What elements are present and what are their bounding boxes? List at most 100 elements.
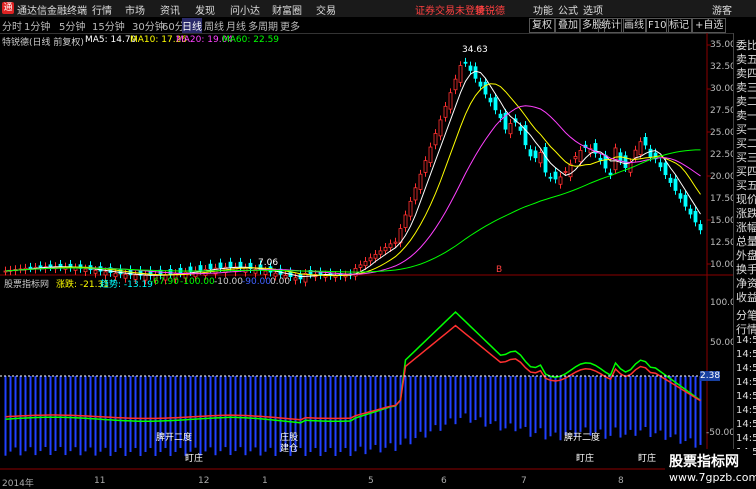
app-logo-icon: 通: [2, 2, 14, 14]
candle-body: [678, 193, 683, 199]
side-time: 14:56: [736, 349, 756, 360]
menu-news[interactable]: 资讯: [160, 2, 180, 17]
ma20-line: [5, 105, 701, 275]
candle-body: [518, 126, 523, 131]
watermark: 股票指标网 www.7gpzb.com: [665, 449, 756, 487]
high-price-label: 34.63: [462, 45, 488, 55]
signal-label: 脾开二度: [564, 433, 601, 443]
price-tick: 25.00: [710, 128, 736, 138]
period-multi[interactable]: 多周期: [248, 18, 278, 33]
signal-label: 盯庄: [638, 454, 657, 464]
candle-body: [273, 272, 278, 277]
user-label[interactable]: 游客: [712, 2, 732, 17]
candle-body: [458, 65, 463, 83]
candle-body: [688, 208, 693, 215]
period-tick[interactable]: 分时: [2, 18, 22, 33]
side-time: 14:56: [736, 335, 756, 346]
candle-body: [558, 176, 563, 185]
candle-body: [663, 162, 668, 176]
price-tick: 20.00: [710, 172, 736, 182]
candle-body: [658, 162, 663, 168]
chart-canvas[interactable]: [0, 33, 733, 487]
candle-body: [93, 269, 98, 274]
candle-body: [533, 150, 538, 159]
side-time: 14:56: [736, 433, 756, 444]
candle-body: [483, 81, 488, 95]
watermark-title: 股票指标网: [669, 454, 739, 470]
side-time: 14:56: [736, 391, 756, 402]
menu-formula[interactable]: 公式: [558, 2, 578, 17]
menu-options[interactable]: 选项: [583, 2, 603, 17]
date-tick: 1: [262, 476, 268, 486]
signal-label: 盯庄: [185, 454, 204, 464]
menu-ask[interactable]: 问小达: [230, 2, 260, 17]
candle-body: [553, 171, 558, 180]
period-1min[interactable]: 1分钟: [24, 18, 50, 33]
candle-body: [218, 262, 223, 269]
indicator-v1: -67.90: [150, 277, 180, 287]
candle-body: [468, 65, 473, 71]
price-tick: 10.00: [710, 260, 736, 270]
candle-body: [573, 155, 578, 160]
date-tick: 6: [441, 476, 447, 486]
candle-body: [673, 178, 678, 191]
period-daily[interactable]: 日线: [182, 18, 202, 33]
candle-body: [508, 123, 513, 135]
indicator-v4: -90.00: [242, 277, 272, 287]
candle-body: [433, 133, 438, 146]
candle-body: [198, 265, 203, 271]
draw-line-button[interactable]: 画线: [621, 18, 647, 33]
candle-body: [538, 152, 543, 164]
candle-body: [238, 261, 243, 268]
quote-side-panel: 委比 卖五 卖四 卖三 卖二 卖一 买一 买二 买三 买四 买五 现价 涨跌 涨…: [733, 33, 756, 487]
candle-body: [543, 147, 548, 173]
period-30min[interactable]: 30分钟: [132, 18, 165, 33]
mark-button[interactable]: 标记: [666, 18, 692, 33]
candle-body: [103, 271, 108, 276]
period-15min[interactable]: 15分钟: [92, 18, 125, 33]
candle-body: [633, 149, 638, 159]
period-weekly[interactable]: 周线: [204, 18, 224, 33]
indicator-v5: 0.00: [270, 277, 291, 287]
candle-body: [408, 200, 413, 217]
candle-body: [638, 141, 643, 155]
price-tick: 17.50: [710, 194, 736, 204]
menu-market[interactable]: 市场: [125, 2, 145, 17]
candlestick-series: [3, 57, 703, 287]
candle-body: [478, 81, 483, 87]
menu-wealth[interactable]: 财富圈: [272, 2, 302, 17]
candle-body: [643, 137, 648, 146]
candle-body: [668, 177, 673, 183]
candle-body: [548, 176, 553, 179]
menu-quotes[interactable]: 行情: [92, 2, 112, 17]
date-tick: 12: [198, 476, 210, 486]
watermark-url: www.7gpzb.com: [669, 471, 756, 484]
candle-body: [413, 187, 418, 201]
candle-body: [418, 173, 423, 190]
signal-label: 脾开二度: [156, 433, 193, 443]
candle-body: [608, 172, 613, 176]
period-toolbar: 分时 1分钟 5分钟 15分钟 30分钟 60分钟 日线 周线 月线 多周期 更…: [0, 17, 756, 34]
candle-body: [388, 243, 393, 249]
candle-body: [563, 171, 568, 173]
app-name: 通达信金融终端: [17, 6, 87, 17]
price-tick: 15.00: [710, 216, 736, 226]
overlay-button[interactable]: 叠加: [555, 18, 581, 33]
indicator-v3: -10.00: [214, 277, 244, 287]
menu-trade[interactable]: 交易: [316, 2, 336, 17]
period-monthly[interactable]: 月线: [226, 18, 246, 33]
candle-body: [38, 265, 43, 268]
ma60-line: [5, 149, 701, 273]
candle-body: [598, 157, 603, 161]
menu-function[interactable]: 功能: [533, 2, 553, 17]
candle-body: [228, 261, 233, 268]
menu-discover[interactable]: 发现: [195, 2, 215, 17]
indicator-trend: 趋势: -13.19: [100, 280, 153, 290]
restore-rights-button[interactable]: 复权: [529, 18, 555, 33]
add-favorite-button[interactable]: +自选: [692, 18, 727, 33]
period-5min[interactable]: 5分钟: [59, 18, 85, 33]
candle-body: [438, 119, 443, 137]
candle-body: [443, 105, 448, 118]
candle-body: [493, 97, 498, 111]
period-more[interactable]: 更多: [280, 18, 300, 33]
